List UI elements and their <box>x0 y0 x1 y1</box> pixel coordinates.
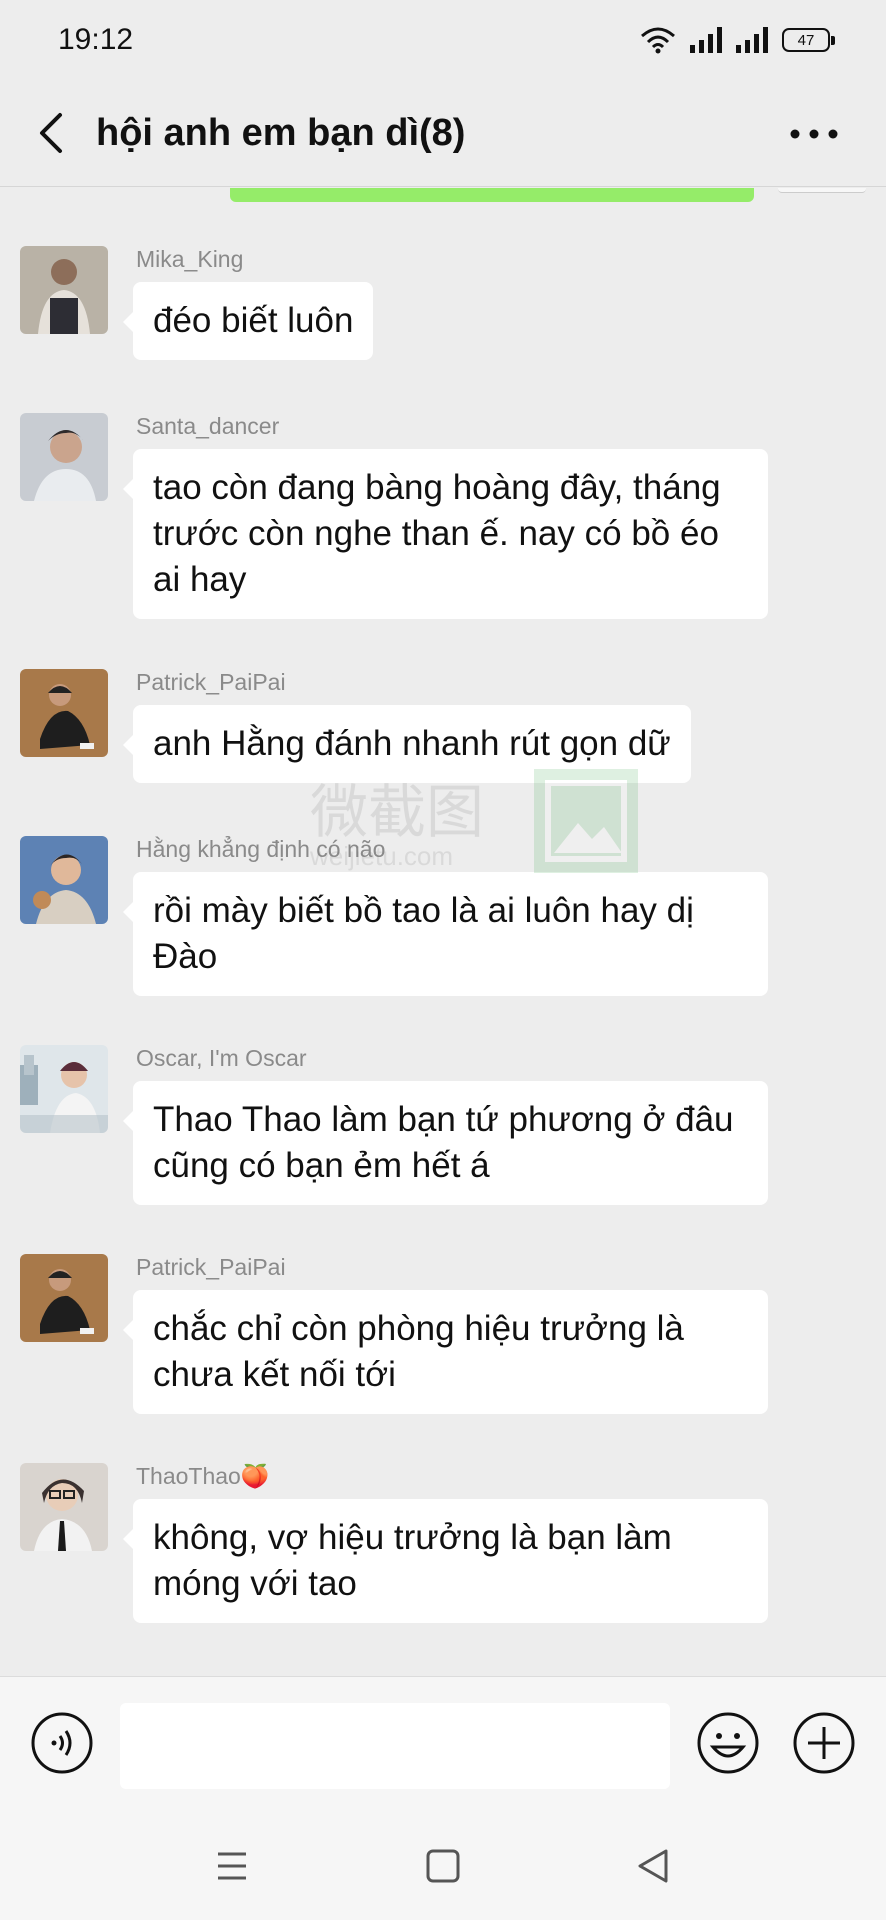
triangle-back-icon <box>638 1849 668 1883</box>
avatar[interactable] <box>20 1463 108 1551</box>
chat-title: hội anh em bạn dì(8) <box>96 111 466 154</box>
system-navigation-bar <box>0 1812 886 1920</box>
message-bubble[interactable]: chắc chỉ còn phòng hiệu trưởng là chưa k… <box>123 1290 768 1414</box>
sender-name: Santa_dancer <box>136 413 280 439</box>
signal-icon-2 <box>736 27 768 53</box>
avatar[interactable] <box>20 669 108 757</box>
avatar[interactable] <box>20 1045 108 1133</box>
sender-name: Patrick_PaiPai <box>136 669 286 695</box>
recents-button[interactable] <box>212 1846 252 1886</box>
menu-icon <box>218 1852 246 1880</box>
plus-icon <box>793 1712 855 1774</box>
message-bubble[interactable]: Thao Thao làm bạn tứ phương ở đâu cũng c… <box>123 1081 768 1205</box>
sender-name: ThaoThao🍑 <box>136 1463 270 1489</box>
avatar[interactable] <box>20 836 108 924</box>
status-icons: 47 <box>640 26 835 54</box>
chat-input-bar <box>0 1676 886 1812</box>
wifi-icon <box>641 27 675 54</box>
square-icon <box>426 1849 460 1883</box>
message-list[interactable]: Mika_King đéo biết luôn Santa_dancer tao… <box>0 188 886 1676</box>
emoji-button[interactable] <box>696 1711 760 1775</box>
chat-header: hội anh em bạn dì(8) <box>0 80 886 187</box>
system-back-button[interactable] <box>634 1846 674 1886</box>
message-bubble[interactable]: không, vợ hiệu trưởng là bạn làm móng vớ… <box>123 1499 768 1623</box>
avatar[interactable] <box>20 246 108 334</box>
message-bubble[interactable]: rồi mày biết bồ tao là ai luôn hay dị Đà… <box>123 872 768 996</box>
sender-name: Hằng khẳng định có não <box>136 836 386 862</box>
more-actions-button[interactable] <box>792 1711 856 1775</box>
more-button[interactable] <box>786 110 842 158</box>
home-button[interactable] <box>423 1846 463 1886</box>
back-button[interactable] <box>6 80 96 187</box>
avatar[interactable] <box>20 1254 108 1342</box>
sender-name: Patrick_PaiPai <box>136 1254 286 1280</box>
sender-name: Oscar, I'm Oscar <box>136 1045 307 1071</box>
sender-name: Mika_King <box>136 246 244 272</box>
message-bubble[interactable]: tao còn đang bàng hoàng đây, tháng trước… <box>123 449 768 619</box>
emoji-icon <box>697 1712 759 1774</box>
message-bubble[interactable]: đéo biết luôn <box>122 282 374 360</box>
avatar[interactable] <box>20 413 108 501</box>
more-icon <box>790 129 838 139</box>
partial-own-bubble[interactable] <box>230 188 754 202</box>
voice-icon <box>31 1712 93 1774</box>
chevron-left-icon <box>40 113 62 153</box>
status-bar: 19:12 47 <box>0 0 886 80</box>
voice-button[interactable] <box>30 1711 94 1775</box>
message-bubble[interactable]: anh Hằng đánh nhanh rút gọn dữ <box>123 705 691 783</box>
own-avatar[interactable] <box>778 188 866 193</box>
status-time: 19:12 <box>58 23 134 56</box>
battery-icon: 47 <box>782 28 835 52</box>
message-input[interactable] <box>120 1703 670 1789</box>
signal-icon-1 <box>690 27 722 53</box>
